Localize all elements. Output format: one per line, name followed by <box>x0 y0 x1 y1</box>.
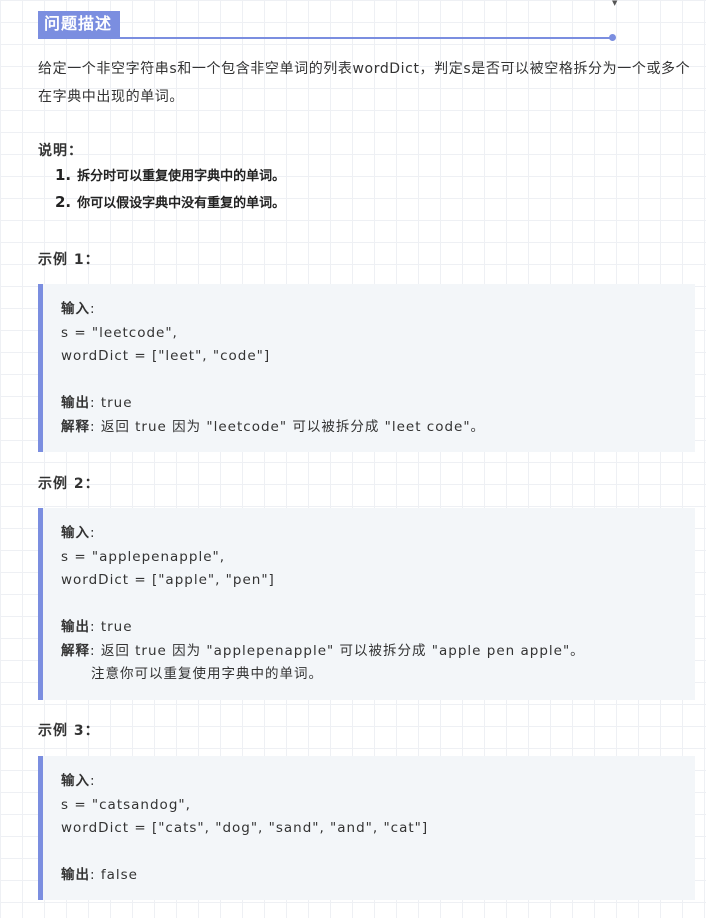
output-key: 输出 <box>61 867 90 883</box>
explain-extra-line: 注意你可以重复使用字典中的单词。 <box>91 666 323 682</box>
heading-dot <box>609 34 616 41</box>
output-line: 输出: true <box>61 392 695 416</box>
example-2-block: 输入: s = "applepenapple", wordDict = ["ap… <box>38 508 695 700</box>
example-3-label: 示例 3： <box>38 723 100 739</box>
output-value: : true <box>90 619 133 635</box>
note-text: 你可以假设字典中没有重复的单词。 <box>77 196 286 211</box>
problem-description: 给定一个非空字符串s和一个包含非空单词的列表wordDict，判定s是否可以被空… <box>38 61 691 105</box>
caret-down-icon: ▼ <box>612 0 618 7</box>
input-sep: : <box>90 525 96 541</box>
explain-value: : 返回 true 因为 "leetcode" 可以被拆分成 "leet cod… <box>90 418 486 435</box>
input-line: 输入: <box>61 770 695 794</box>
notes-label: 说明： <box>38 143 83 159</box>
s-line: s = "applepenapple", <box>61 548 226 565</box>
example-1-label: 示例 1： <box>38 252 100 268</box>
note-number: 2. <box>55 193 72 211</box>
section-title: 问题描述 <box>38 11 121 37</box>
explain-key: 解释 <box>61 418 90 435</box>
note-number: 1. <box>55 166 72 184</box>
output-key: 输出 <box>61 395 90 411</box>
input-key: 输入 <box>61 525 90 541</box>
input-key: 输入 <box>61 301 90 317</box>
output-line: 输出: true <box>61 616 695 640</box>
output-value: : false <box>90 867 138 883</box>
s-line: s = "leetcode", <box>61 324 178 341</box>
worddict-line: wordDict = ["cats", "dog", "sand", "and"… <box>61 820 429 836</box>
note-text: 拆分时可以重复使用字典中的单词。 <box>77 169 286 184</box>
example-3-block: 输入: s = "catsandog", wordDict = ["cats",… <box>38 756 695 900</box>
note-item: 1. 拆分时可以重复使用字典中的单词。 <box>55 164 285 191</box>
input-line: 输入: <box>61 298 695 322</box>
s-line: s = "catsandog", <box>61 796 191 813</box>
worddict-line: wordDict = ["apple", "pen"] <box>61 572 275 588</box>
worddict-line: wordDict = ["leet", "code"] <box>61 348 271 364</box>
notes-list: 1. 拆分时可以重复使用字典中的单词。 2. 你可以假设字典中没有重复的单词。 <box>55 164 285 218</box>
section-heading: 问题描述 <box>38 11 616 43</box>
output-value: : true <box>90 395 133 411</box>
output-line: 输出: false <box>61 864 695 888</box>
input-sep: : <box>90 301 96 317</box>
note-item: 2. 你可以假设字典中没有重复的单词。 <box>55 191 285 218</box>
output-key: 输出 <box>61 619 90 635</box>
input-key: 输入 <box>61 773 90 789</box>
heading-underline <box>38 37 612 39</box>
example-2-label: 示例 2： <box>38 476 100 492</box>
explain-key: 解释 <box>61 642 90 659</box>
example-1-block: 输入: s = "leetcode", wordDict = ["leet", … <box>38 284 695 452</box>
explain-value: : 返回 true 因为 "applepenapple" 可以被拆分成 "app… <box>90 642 585 659</box>
input-line: 输入: <box>61 522 695 546</box>
explain-line: 解释: 返回 true 因为 "applepenapple" 可以被拆分成 "a… <box>61 640 695 664</box>
explain-line: 解释: 返回 true 因为 "leetcode" 可以被拆分成 "leet c… <box>61 416 695 440</box>
input-sep: : <box>90 773 96 789</box>
